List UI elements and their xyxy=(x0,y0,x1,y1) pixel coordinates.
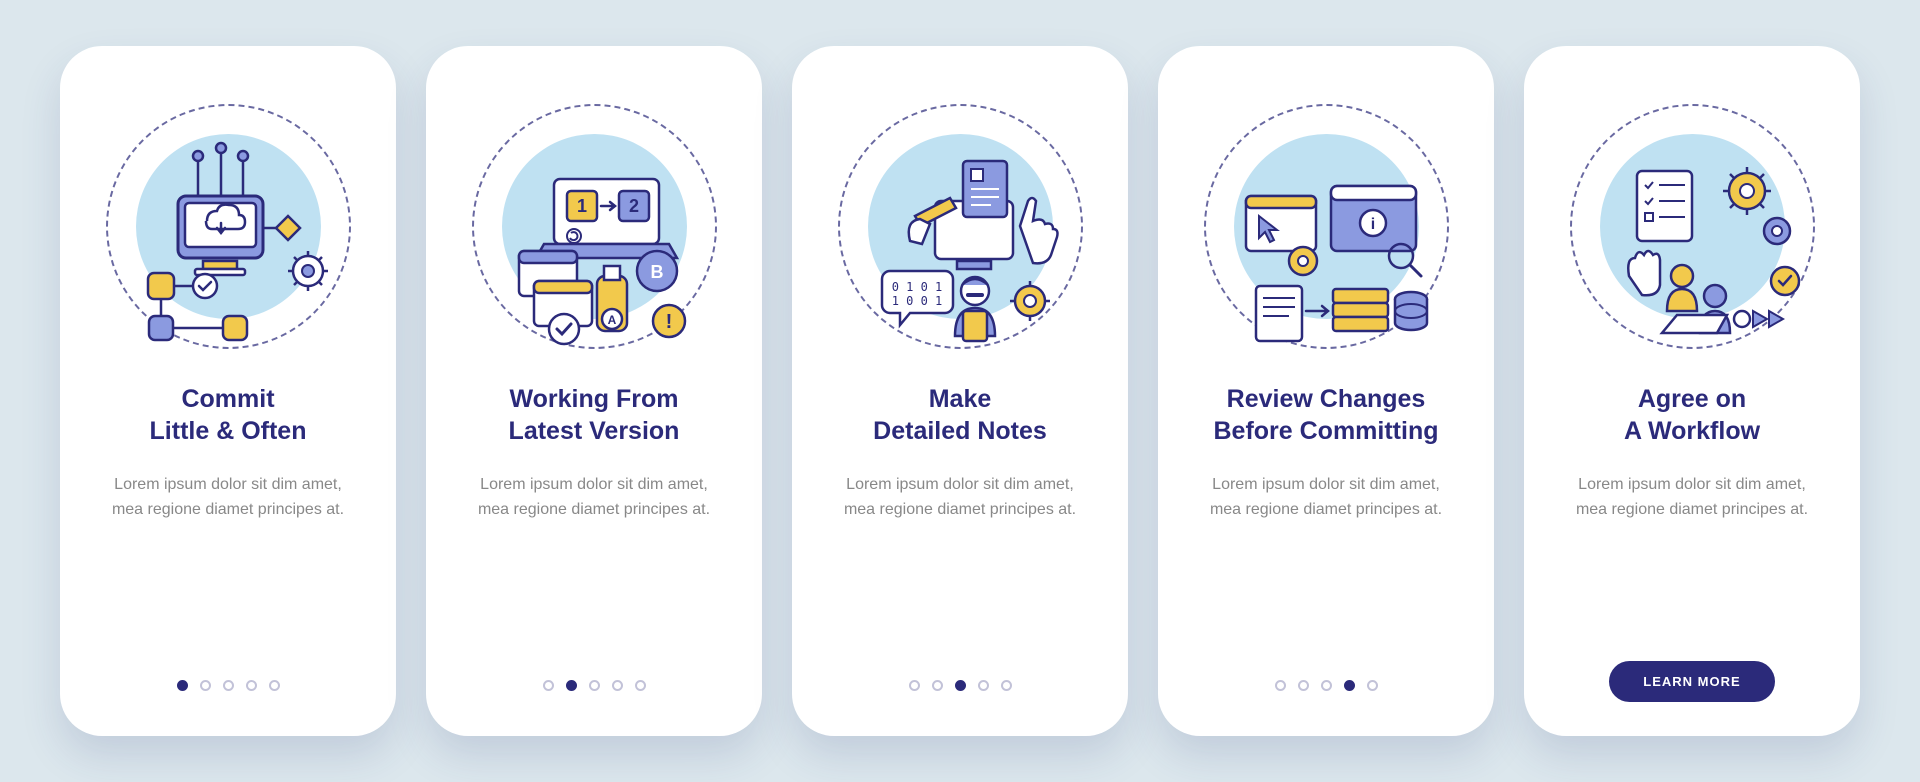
dot[interactable] xyxy=(566,680,577,691)
dot[interactable] xyxy=(200,680,211,691)
svg-text:1: 1 xyxy=(577,196,587,216)
card-body: Lorem ipsum dolor sit dim amet, mea regi… xyxy=(1552,473,1832,523)
svg-text:B: B xyxy=(651,262,664,282)
dot[interactable] xyxy=(246,680,257,691)
card-body: Lorem ipsum dolor sit dim amet, mea regi… xyxy=(88,473,368,523)
dot[interactable] xyxy=(955,680,966,691)
learn-more-button[interactable]: LEARN MORE xyxy=(1609,661,1774,702)
dot[interactable] xyxy=(1001,680,1012,691)
onboarding-card-3: 0 1 0 1 1 0 0 1 Make Detailed Notes Lore… xyxy=(792,46,1128,736)
onboarding-cards-row: Commit Little & Often Lorem ipsum dolor … xyxy=(60,46,1860,736)
onboarding-card-4: i Review Changes Before Committ xyxy=(1158,46,1494,736)
dot[interactable] xyxy=(177,680,188,691)
dot[interactable] xyxy=(1321,680,1332,691)
card-body: Lorem ipsum dolor sit dim amet, mea regi… xyxy=(454,473,734,523)
notes-person-icon: 0 1 0 1 1 0 0 1 xyxy=(835,101,1085,351)
svg-text:A: A xyxy=(608,313,617,327)
svg-text:0 1 0 1: 0 1 0 1 xyxy=(892,280,943,294)
version-windows-icon: 1 2 A B xyxy=(469,101,719,351)
card-title: Review Changes Before Committing xyxy=(1214,383,1439,447)
pagination-dots xyxy=(909,680,1012,691)
pagination-dots xyxy=(177,680,280,691)
onboarding-card-5: Agree on A Workflow Lorem ipsum dolor si… xyxy=(1524,46,1860,736)
pagination-dots xyxy=(543,680,646,691)
svg-text:!: ! xyxy=(666,311,673,333)
card-title: Agree on A Workflow xyxy=(1624,383,1760,447)
commit-graph-icon xyxy=(103,101,353,351)
card-title: Make Detailed Notes xyxy=(873,383,1047,447)
dot[interactable] xyxy=(223,680,234,691)
dot[interactable] xyxy=(1298,680,1309,691)
card-body: Lorem ipsum dolor sit dim amet, mea regi… xyxy=(820,473,1100,523)
card-title: Working From Latest Version xyxy=(509,383,680,447)
workflow-team-icon xyxy=(1567,101,1817,351)
dot[interactable] xyxy=(543,680,554,691)
dot[interactable] xyxy=(1367,680,1378,691)
dot[interactable] xyxy=(589,680,600,691)
card-body: Lorem ipsum dolor sit dim amet, mea regi… xyxy=(1186,473,1466,523)
dot[interactable] xyxy=(1344,680,1355,691)
onboarding-card-1: Commit Little & Often Lorem ipsum dolor … xyxy=(60,46,396,736)
dot[interactable] xyxy=(978,680,989,691)
review-data-icon: i xyxy=(1201,101,1451,351)
dot[interactable] xyxy=(1275,680,1286,691)
dot[interactable] xyxy=(932,680,943,691)
dot[interactable] xyxy=(909,680,920,691)
dot[interactable] xyxy=(635,680,646,691)
dot[interactable] xyxy=(612,680,623,691)
svg-text:i: i xyxy=(1371,216,1375,233)
svg-text:2: 2 xyxy=(629,196,639,216)
onboarding-card-2: 1 2 A B xyxy=(426,46,762,736)
card-title: Commit Little & Often xyxy=(150,383,307,447)
dot[interactable] xyxy=(269,680,280,691)
svg-text:1 0 0 1: 1 0 0 1 xyxy=(892,294,943,308)
pagination-dots xyxy=(1275,680,1378,691)
